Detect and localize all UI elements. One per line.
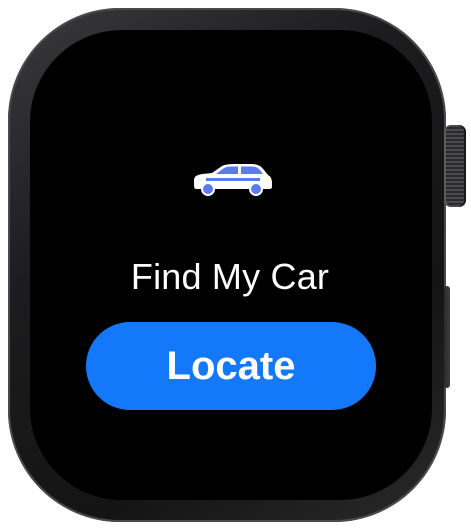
app-title: Find My Car xyxy=(130,256,330,297)
side-button[interactable] xyxy=(444,286,450,388)
car-stripe xyxy=(206,178,260,181)
locate-button[interactable]: Locate xyxy=(86,322,376,410)
car-wheel-front xyxy=(201,182,215,196)
digital-crown[interactable] xyxy=(444,125,466,207)
car-icon xyxy=(194,164,272,196)
watch-stage: Find My Car Locate xyxy=(0,0,471,530)
car-wheel-rear xyxy=(249,182,263,196)
